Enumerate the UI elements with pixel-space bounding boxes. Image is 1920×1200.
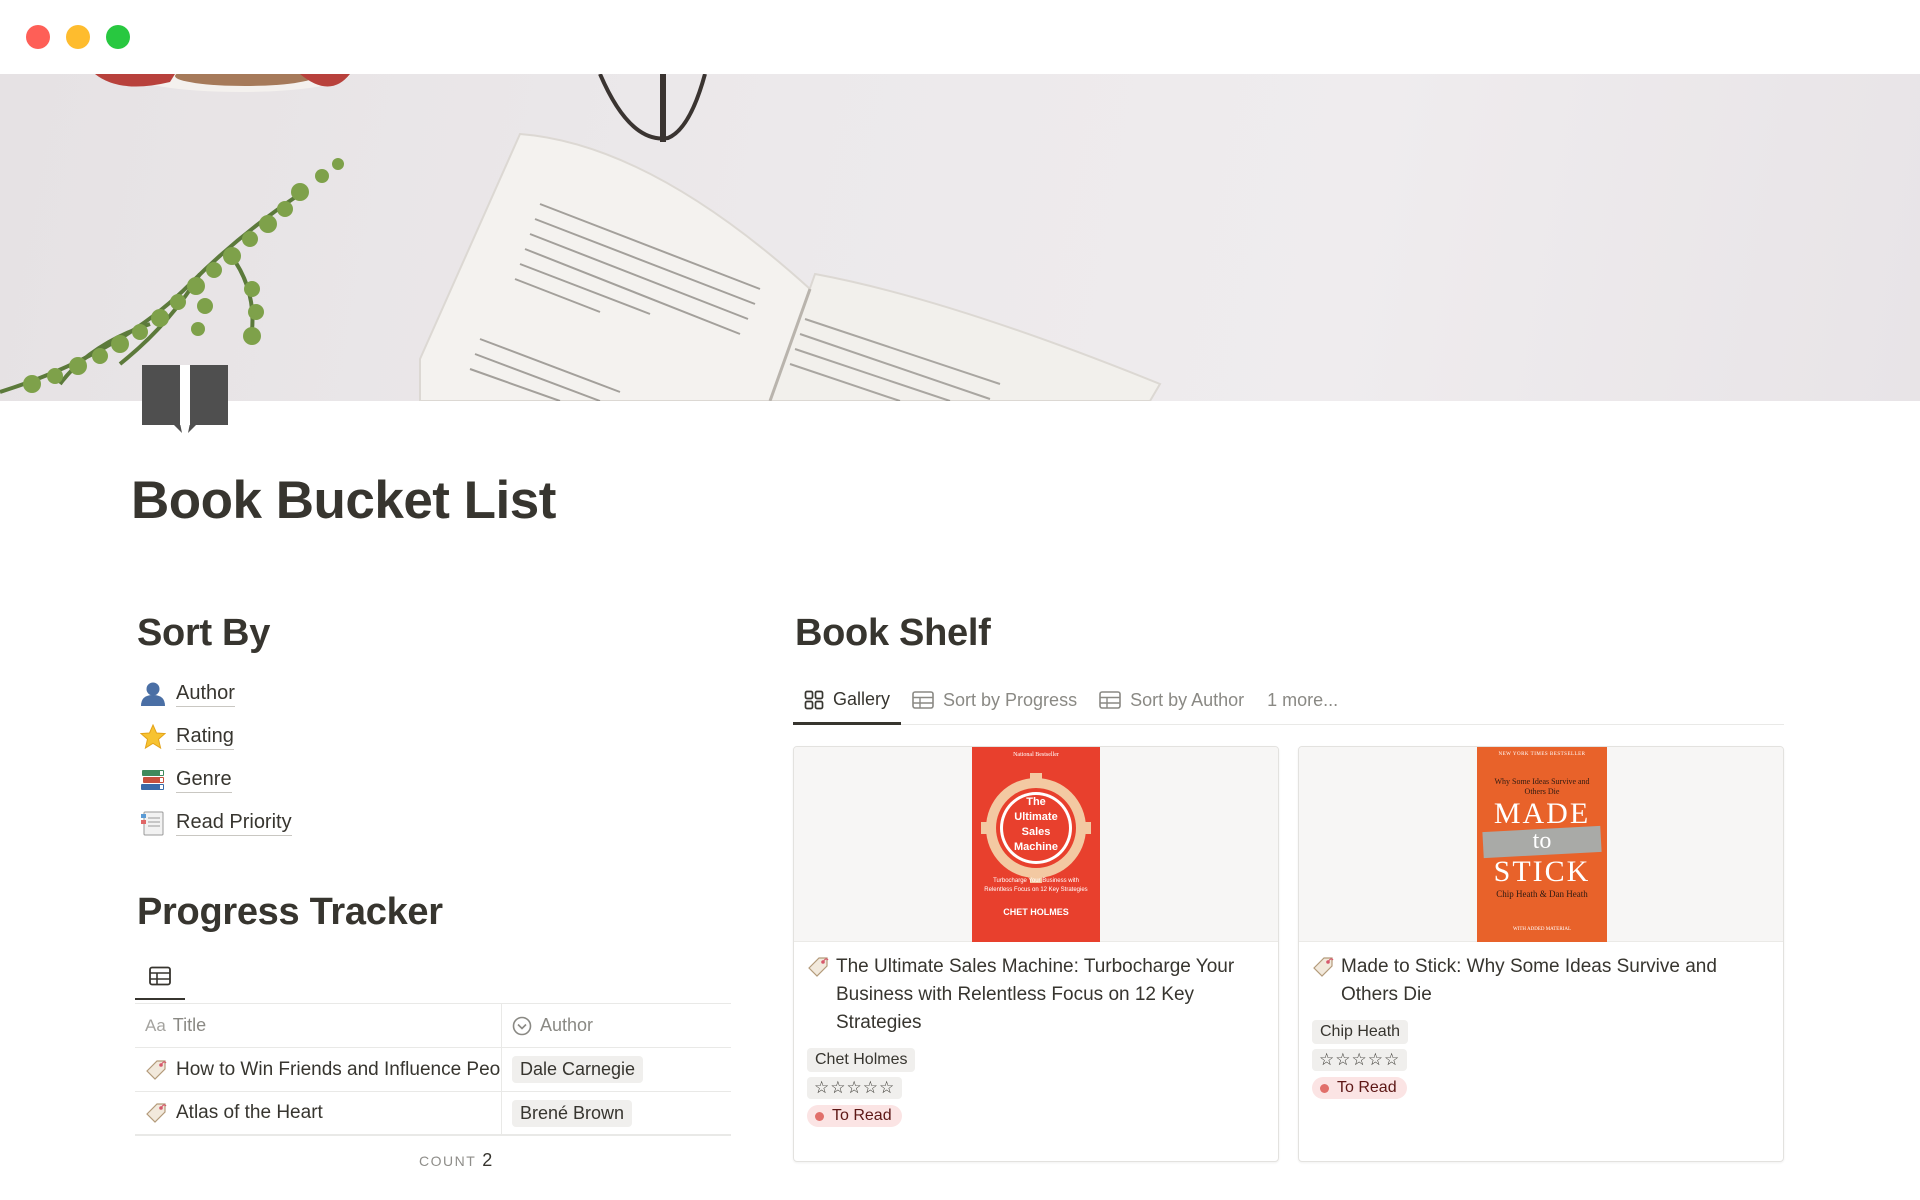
sort-by-list: Author Rating Genre Read Priority [138,672,292,844]
book-cover-image: National Bestseller The Ultimate Sales M… [972,747,1100,942]
status-badge: To Read [1312,1077,1407,1099]
sort-link-label: Read Priority [176,810,292,836]
tab-more-views[interactable]: 1 more... [1255,677,1349,723]
star-icon [138,723,168,751]
card-title: The Ultimate Sales Machine: Turbocharge … [836,956,1235,1033]
bookmark-tabs-icon [138,809,168,837]
cover-title-line: STICK [1493,855,1591,888]
count-value: 2 [482,1150,493,1170]
table-row[interactable]: Atlas of the Heart Brené Brown [135,1092,731,1136]
tab-gallery[interactable]: Gallery [793,677,902,725]
label-tag-icon [145,1059,167,1081]
table-icon [149,966,171,991]
cover-author: CHET HOLMES [1003,907,1069,917]
progress-tracker-view-tab[interactable] [135,958,185,1000]
card-cover: National Bestseller The Ultimate Sales M… [794,747,1278,942]
cover-top-line: NEW YORK TIMES BESTSELLER [1498,752,1586,757]
window-minimize-button[interactable] [66,25,90,49]
tab-sort-by-author[interactable]: Sort by Author [1088,677,1255,723]
open-book-icon[interactable] [140,363,230,435]
book-cover-image: NEW YORK TIMES BESTSELLER Why Some Ideas… [1477,747,1607,942]
table-row[interactable]: How to Win Friends and Influence People … [135,1048,731,1092]
rating-stars: ☆☆☆☆☆ [807,1077,903,1099]
select-property-icon [512,1016,532,1036]
cover-title-line: Ultimate [1014,811,1058,823]
cover-top-line: National Bestseller [1013,752,1059,758]
page-title: Book Bucket List [131,471,556,530]
status-badge: To Read [807,1105,902,1127]
cover-title-line: MADE [1493,797,1591,830]
label-tag-icon [1312,956,1334,978]
title-cell[interactable]: Atlas of the Heart [135,1092,502,1134]
gallery-icon [804,690,833,710]
sort-link-label: Author [176,681,235,707]
person-icon [138,680,168,708]
page-cover-image[interactable] [0,74,1920,401]
count-label: COUNT [419,1153,477,1169]
sort-by-heading: Sort By [137,612,271,654]
status-label: To Read [1337,1079,1397,1096]
sort-link-label: Genre [176,767,232,793]
table-count: COUNT 2 [419,1150,492,1171]
label-tag-icon [145,1102,167,1124]
card-title: Made to Stick: Why Some Ideas Survive an… [1341,956,1717,1005]
column-header-title[interactable]: Aa Title [135,1004,502,1047]
status-dot [815,1111,824,1121]
cover-author: Chip Heath & Dan Heath [1496,889,1588,899]
window-maximize-button[interactable] [106,25,130,49]
title-cell[interactable]: How to Win Friends and Influence People [135,1048,502,1091]
view-tabs: Gallery Sort by Progress Sort by Author … [793,677,1784,725]
author-cell[interactable]: Dale Carnegie [502,1048,731,1091]
gallery-card[interactable]: NEW YORK TIMES BESTSELLER Why Some Ideas… [1298,746,1784,1162]
author-tag: Chet Holmes [807,1048,916,1072]
book-title: How to Win Friends and Influence People [176,1058,502,1080]
cover-title-line: to [1532,828,1552,854]
tab-label: 1 more... [1267,689,1339,710]
cover-title-line: The [1026,796,1046,808]
progress-tracker-heading: Progress Tracker [137,891,443,933]
tab-label: Sort by Author [1130,689,1245,710]
column-header-label: Title [172,1015,207,1035]
progress-tracker-table: Aa Title Author How to Win Friends and I… [135,1003,731,1136]
book-title: Atlas of the Heart [176,1102,323,1123]
status-dot [1320,1083,1329,1093]
author-cell[interactable]: Brené Brown [502,1092,731,1134]
status-label: To Read [832,1107,892,1124]
author-tag: Chip Heath [1312,1020,1409,1044]
cover-subtitle: Turbocharge Your Business with Relentles… [984,878,1088,893]
author-tag: Dale Carnegie [512,1056,644,1083]
column-header-author[interactable]: Author [502,1004,731,1047]
sort-link-read-priority[interactable]: Read Priority [138,801,292,844]
cover-bottom-line: WITH ADDED MATERIAL [1512,927,1572,932]
cover-subtitle: Why Some Ideas Survive and Others Die [1494,777,1590,796]
sort-link-genre[interactable]: Genre [138,758,292,801]
tab-sort-by-progress[interactable]: Sort by Progress [901,677,1088,723]
text-property-icon: Aa [145,1015,166,1035]
cover-title-line: Sales [1021,826,1051,838]
sort-link-author[interactable]: Author [138,672,292,715]
table-icon [1099,691,1130,709]
book-shelf-heading: Book Shelf [795,612,991,654]
books-icon [138,766,168,794]
sort-link-label: Rating [176,724,234,750]
window-titlebar [0,0,1920,74]
sort-link-rating[interactable]: Rating [138,715,292,758]
table-header-row: Aa Title Author [135,1004,731,1048]
table-icon [912,691,943,709]
tab-label: Gallery [833,689,891,709]
card-cover: NEW YORK TIMES BESTSELLER Why Some Ideas… [1299,747,1783,942]
author-tag: Brené Brown [512,1099,633,1127]
window-close-button[interactable] [26,25,50,49]
tab-label: Sort by Progress [943,689,1078,710]
label-tag-icon [807,956,829,978]
gallery-card[interactable]: National Bestseller The Ultimate Sales M… [793,746,1279,1162]
rating-stars: ☆☆☆☆☆ [1312,1049,1408,1071]
column-header-label: Author [540,1015,594,1035]
cover-title-line: Machine [1013,841,1058,853]
